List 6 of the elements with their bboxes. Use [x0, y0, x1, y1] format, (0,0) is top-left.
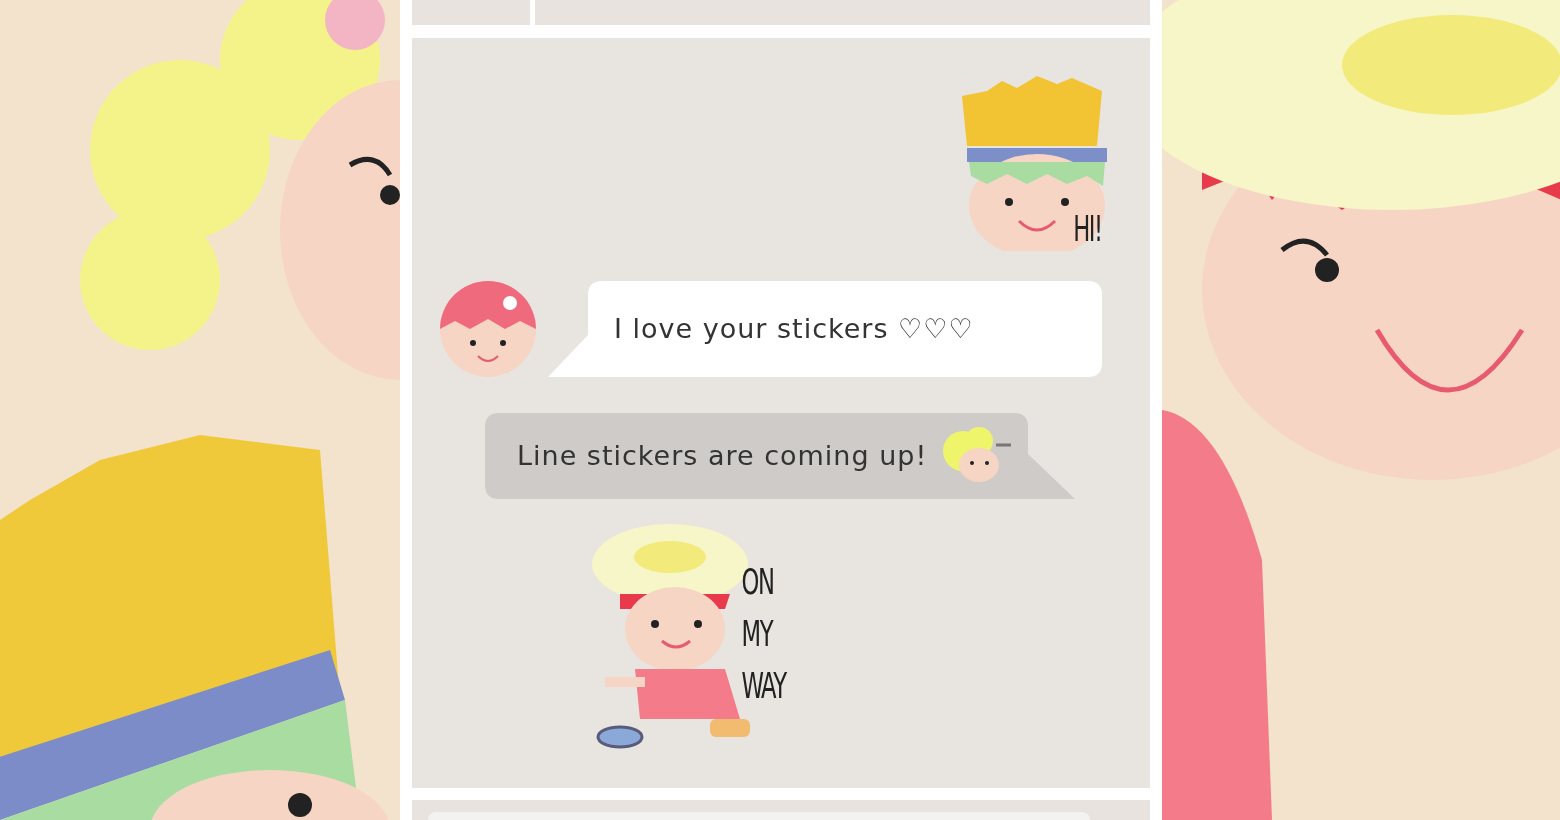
sticker-caption: MY [741, 611, 775, 656]
message-bubble: I love your stickers ♡♡♡ [548, 281, 1102, 377]
sticker-caption: WAY [741, 664, 786, 709]
sticker-caption: ON [741, 559, 775, 604]
message-bubble: Line stickers are coming up! [485, 413, 1076, 499]
sticker-caption: HI! [1073, 206, 1102, 251]
